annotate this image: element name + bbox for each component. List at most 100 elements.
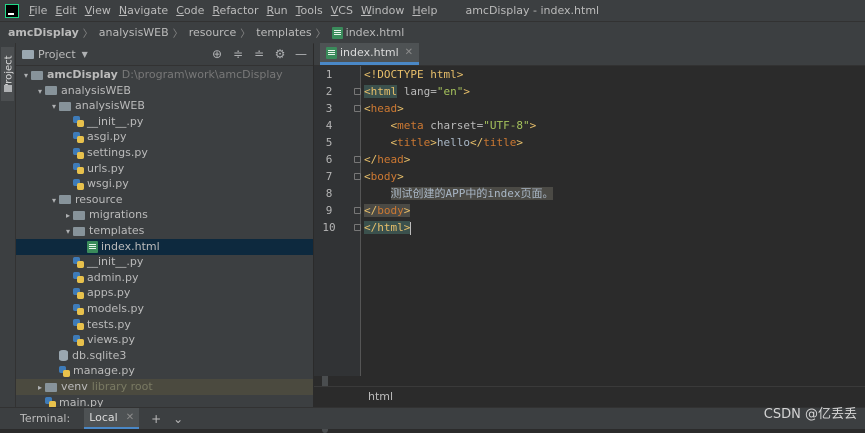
menu-file[interactable]: File (25, 4, 51, 17)
menu-refactor[interactable]: Refactor (208, 4, 262, 17)
menu-run[interactable]: Run (263, 4, 292, 17)
tree-item[interactable]: asgi.py (16, 129, 313, 145)
editor-tab-bar: index.html ✕ (314, 43, 865, 66)
project-view-selector[interactable]: Project ▼ (22, 48, 88, 61)
tree-item[interactable]: ▾ templates (16, 223, 313, 239)
menu-label-rest: elp (420, 4, 438, 17)
fold-marker-icon[interactable] (354, 105, 361, 112)
close-icon[interactable]: ✕ (126, 408, 134, 427)
close-icon[interactable]: ✕ (405, 47, 413, 58)
gear-icon[interactable]: ⚙ (274, 47, 286, 61)
tree-item[interactable]: ▾ analysisWEB (16, 98, 313, 114)
editor-tab-label: index.html (340, 46, 399, 59)
chevron-down-icon[interactable]: ▾ (21, 68, 31, 84)
chevron-right-icon[interactable]: ▸ (63, 208, 73, 224)
menu-mnemonic: R (266, 4, 274, 17)
project-tool-tab[interactable]: Project (1, 47, 15, 101)
tree-item-label: db.sqlite3 (72, 348, 127, 362)
chevron-down-icon[interactable]: ▾ (63, 224, 73, 240)
menu-vcs[interactable]: VCS (327, 4, 357, 17)
code-line-4: <meta charset="UTF-8"> (390, 119, 537, 132)
line-number: 4 (325, 119, 333, 132)
expand-all-icon[interactable]: ≑ (232, 47, 244, 61)
menu-window[interactable]: Window (357, 4, 408, 17)
chevron-right-icon[interactable]: ▸ (35, 380, 45, 396)
editor-breadcrumb-html[interactable]: html (368, 390, 393, 403)
tree-item[interactable]: apps.py (16, 285, 313, 301)
terminal-dropdown-button[interactable]: ⌄ (173, 412, 183, 426)
html-file-icon (326, 46, 337, 59)
project-panel: Project ▼ ⊕ ≑ ≐ ⚙ — ▾ amcDisplay D:\progra… (16, 43, 328, 433)
tree-item[interactable]: index.html (16, 238, 313, 255)
fold-marker-icon[interactable] (354, 207, 361, 214)
menu-edit[interactable]: Edit (51, 4, 80, 17)
tree-item[interactable]: ▾ analysisWEB (16, 83, 313, 99)
fold-marker-icon[interactable] (354, 224, 361, 231)
code-line-2: <html lang="en"> (364, 85, 470, 98)
code-line-10: </html> (364, 221, 412, 235)
tree-item-label: asgi.py (87, 130, 127, 144)
menu-label-rest: ode (183, 4, 205, 17)
tree-item[interactable]: ▸ migrations (16, 207, 313, 223)
code-editor[interactable]: <!DOCTYPE html> <html lang="en"> <head> … (361, 66, 865, 376)
nav-crumb-project[interactable]: amcDisplay (0, 26, 81, 39)
chevron-right-icon: 〉 (315, 29, 326, 40)
menu-code[interactable]: Code (172, 4, 208, 17)
locate-icon[interactable]: ⊕ (211, 47, 223, 61)
menu-label-rest: CS (338, 4, 353, 17)
tree-item[interactable]: ▾ amcDisplay D:\program\work\amcDisplay (16, 67, 313, 83)
tree-item[interactable]: admin.py (16, 270, 313, 286)
tree-item[interactable]: models.py (16, 301, 313, 317)
tree-item-label: analysisWEB (75, 99, 145, 113)
pycharm-logo-icon[interactable] (5, 3, 19, 18)
nav-crumb-resource[interactable]: resource (185, 26, 239, 39)
menu-help[interactable]: Help (408, 4, 441, 17)
nav-crumb-analysisweb[interactable]: analysisWEB (95, 26, 171, 39)
menu-tools[interactable]: Tools (292, 4, 327, 17)
tree-item[interactable]: manage.py (16, 363, 313, 379)
menu-mnemonic: N (118, 4, 128, 17)
menu-navigate[interactable]: Navigate (115, 4, 172, 17)
nav-crumb-index[interactable]: index.html (328, 26, 407, 39)
python-file-icon (73, 334, 84, 346)
window-title: amcDisplay - index.html (465, 4, 600, 17)
nav-crumb-templates[interactable]: templates (252, 26, 313, 39)
tree-item[interactable]: wsgi.py (16, 176, 313, 192)
line-number: 10 (322, 221, 336, 234)
minimize-icon[interactable]: — (295, 47, 307, 61)
chevron-down-icon[interactable]: ▾ (49, 99, 59, 115)
code-line-3: <head> (364, 102, 404, 115)
folder-icon (22, 49, 34, 59)
tree-item-label: admin.py (87, 270, 139, 284)
menu-label-rest: ools (300, 4, 323, 17)
tree-item[interactable]: __init__.py (16, 254, 313, 270)
new-terminal-button[interactable]: + (151, 412, 161, 426)
tree-item[interactable]: urls.py (16, 161, 313, 177)
fold-marker-icon[interactable] (354, 88, 361, 95)
menu-label-rest: indow (371, 4, 405, 17)
line-number: 9 (325, 204, 333, 217)
tree-item[interactable]: tests.py (16, 317, 313, 333)
tree-item[interactable]: settings.py (16, 145, 313, 161)
chevron-down-icon[interactable]: ▾ (35, 84, 45, 100)
tree-item[interactable]: views.py (16, 332, 313, 348)
project-panel-toolbar: ⊕ ≑ ≐ ⚙ — (211, 47, 307, 61)
editor-tab-index-html[interactable]: index.html ✕ (320, 43, 420, 65)
text-caret (410, 221, 412, 235)
terminal-tab-label: Local (89, 411, 118, 424)
tree-item[interactable]: ▾ resource (16, 192, 313, 208)
fold-marker-icon[interactable] (354, 156, 361, 163)
tree-item[interactable]: ▸ venv library root (16, 379, 313, 395)
fold-marker-icon[interactable] (354, 173, 361, 180)
chevron-down-icon[interactable]: ▾ (49, 193, 59, 209)
line-number: 3 (325, 102, 333, 115)
terminal-tab-local[interactable]: Local ✕ (84, 408, 140, 429)
tool-window-strip: Project (0, 43, 16, 407)
tree-item[interactable]: db.sqlite3 (16, 348, 313, 364)
menu-items: File Edit View Navigate Code Refactor Run Tools… (25, 4, 441, 17)
tree-item[interactable]: __init__.py (16, 114, 313, 130)
collapse-all-icon[interactable]: ≐ (253, 47, 265, 61)
watermark: CSDN @亿丢丢 (763, 407, 857, 422)
menu-view[interactable]: View (81, 4, 115, 17)
menu-mnemonic: C (176, 4, 184, 17)
